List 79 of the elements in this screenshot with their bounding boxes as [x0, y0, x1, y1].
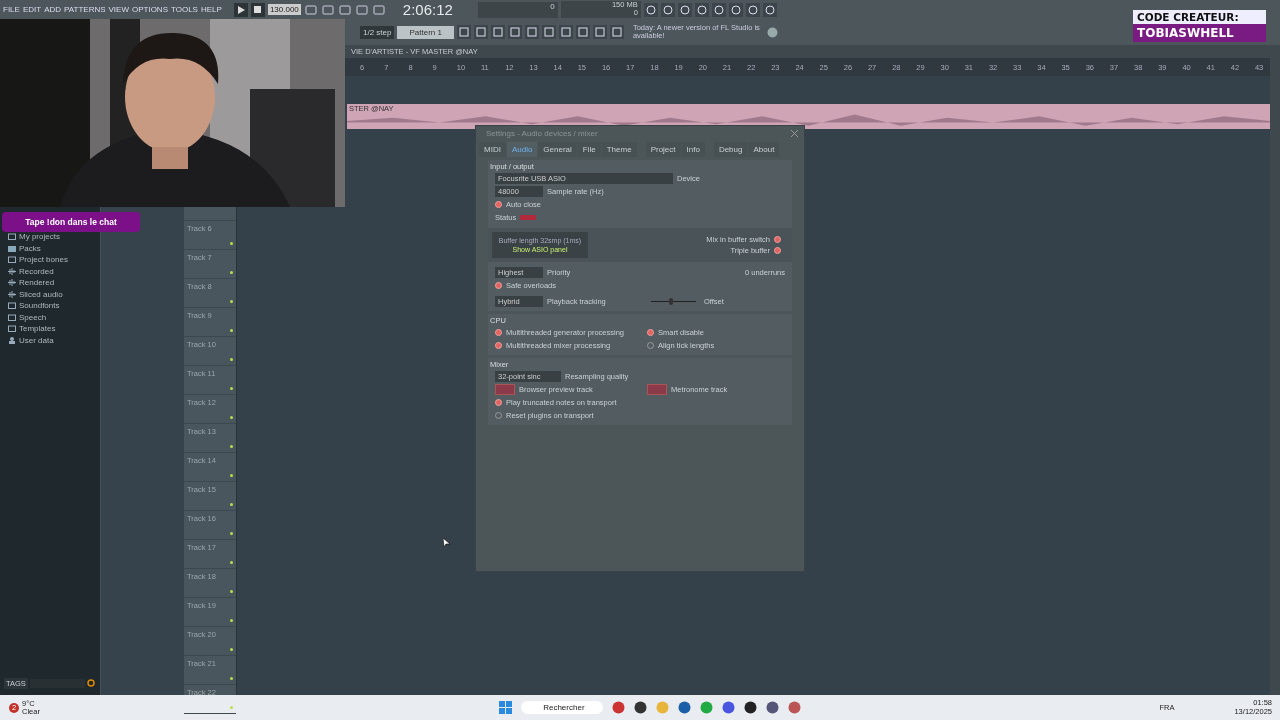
settings-tab[interactable]: File [577, 142, 601, 157]
menu-item[interactable]: TOOLS [171, 5, 198, 14]
menu-item[interactable]: PATTERNS [64, 5, 106, 14]
track-active-dot[interactable] [230, 242, 233, 245]
checkbox[interactable] [647, 329, 654, 336]
stop-button[interactable] [250, 2, 265, 17]
checkbox[interactable] [774, 247, 781, 254]
menu-item[interactable]: FILE [3, 5, 20, 14]
creator-code-value: TOBIASWHELL [1133, 24, 1266, 42]
settings-tab[interactable]: Debug [713, 142, 748, 157]
windows-start-icon[interactable] [499, 701, 513, 714]
pattern-selector[interactable]: Pattern 1 [397, 25, 454, 39]
checkbox[interactable] [495, 201, 502, 208]
menu-item[interactable]: EDIT [22, 5, 42, 14]
close-icon[interactable] [791, 130, 798, 137]
menu-item[interactable]: ADD [44, 5, 62, 14]
track-active-dot[interactable] [230, 503, 233, 506]
browser-item[interactable]: My projects [8, 231, 100, 243]
browser-item[interactable]: Soundfonts [8, 300, 100, 312]
waveform-icon [8, 267, 16, 275]
play-button[interactable] [233, 2, 248, 17]
status-indicator [520, 215, 537, 220]
checkbox[interactable] [495, 399, 502, 406]
cpu-display: 0 [477, 1, 558, 18]
browser-item[interactable]: Project bones [8, 254, 100, 266]
mouse-cursor [443, 538, 451, 547]
offset-slider-thumb[interactable] [669, 298, 674, 305]
track-active-dot[interactable] [230, 271, 233, 274]
settings-tab[interactable]: MIDI [479, 142, 506, 157]
search-icon[interactable] [87, 679, 96, 688]
track-active-dot[interactable] [230, 532, 233, 535]
track-active-dot[interactable] [230, 358, 233, 361]
browser-item[interactable]: Packs [8, 242, 100, 254]
browser-item[interactable]: Speech [8, 311, 100, 323]
settings-tab[interactable]: About [748, 142, 780, 157]
checkbox[interactable] [774, 236, 781, 243]
menu-item[interactable]: VIEW [108, 5, 129, 14]
track-active-dot[interactable] [230, 300, 233, 303]
track-active-dot[interactable] [230, 445, 233, 448]
track-active-dot[interactable] [230, 416, 233, 419]
settings-tab[interactable]: General [538, 142, 577, 157]
stop-icon [253, 5, 262, 14]
track-active-dot[interactable] [230, 677, 233, 680]
creator-code-label: CODE CREATEUR: [1133, 10, 1266, 24]
tempo-display[interactable]: 130.000 [267, 4, 301, 15]
track-active-dot[interactable] [230, 329, 233, 332]
browser-item[interactable]: Recorded [8, 265, 100, 277]
user-icon [8, 336, 16, 344]
waveform-icon [8, 279, 16, 287]
checkbox[interactable] [495, 329, 502, 336]
song-time: 2:06:12 [402, 1, 454, 18]
track-active-dot[interactable] [230, 387, 233, 390]
snap-selector[interactable]: 1/2 step [360, 25, 395, 39]
browser-item[interactable]: Sliced audio [8, 288, 100, 300]
menu-item[interactable]: OPTIONS [131, 5, 168, 14]
track-active-dot[interactable] [230, 561, 233, 564]
track-active-dot[interactable] [230, 590, 233, 593]
track-active-dot[interactable] [230, 619, 233, 622]
taskbar-search-field[interactable]: Rechercher [521, 701, 604, 714]
browser-item[interactable]: Templates [8, 323, 100, 335]
settings-tab[interactable]: Audio [506, 142, 538, 157]
track-selector[interactable] [495, 384, 515, 395]
checkbox[interactable] [495, 282, 502, 289]
track-active-dot[interactable] [230, 706, 233, 709]
chat-prompt-banner: Tape !don dans le chat [2, 212, 140, 232]
browser-item[interactable]: User data [8, 334, 100, 346]
checkbox[interactable] [495, 342, 502, 349]
waveform-icon [8, 290, 16, 298]
settings-tab[interactable]: Theme [601, 142, 637, 157]
play-icon [236, 5, 245, 14]
settings-tab[interactable]: Project [645, 142, 681, 157]
settings-tab[interactable]: Info [681, 142, 705, 157]
scrollbar[interactable] [1270, 45, 1280, 695]
menu-item[interactable]: HELP [200, 5, 222, 14]
track-active-dot[interactable] [230, 474, 233, 477]
browser-item[interactable]: Rendered [8, 277, 100, 289]
track-active-dot[interactable] [230, 648, 233, 651]
pack-icon [8, 244, 16, 252]
track-selector[interactable] [647, 384, 667, 395]
